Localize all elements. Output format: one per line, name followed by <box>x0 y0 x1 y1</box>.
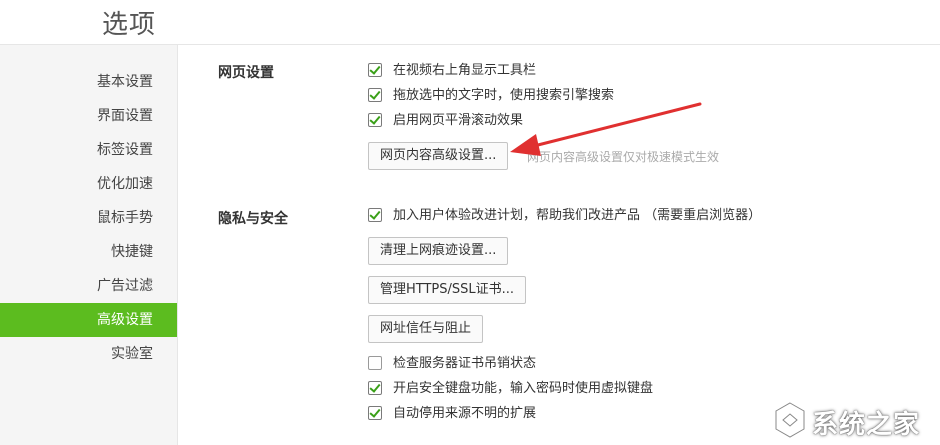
url-trust-block-button[interactable]: 网址信任与阻止 <box>368 315 484 343</box>
privacy-security-title: 隐私与安全 <box>218 211 288 227</box>
checkbox-label: 自动停用来源不明的扩展 <box>393 406 537 421</box>
manage-https-certificates-button[interactable]: 管理HTTPS/SSL证书... <box>368 276 527 304</box>
checkbox[interactable] <box>368 356 382 370</box>
checkbox-label: 检查服务器证书吊销状态 <box>393 356 537 371</box>
checkbox-label: 开启安全键盘功能，输入密码时使用虚拟键盘 <box>393 381 654 396</box>
checkbox[interactable] <box>368 381 382 395</box>
watermark-text: 系统之家 <box>812 410 921 440</box>
checkbox[interactable] <box>368 208 382 222</box>
watermark-logo-icon <box>774 401 806 439</box>
checkbox-label: 加入用户体验改进计划，帮助我们改进产品 （需要重启浏览器） <box>393 208 762 223</box>
checkbox[interactable] <box>368 406 382 420</box>
clear-browsing-traces-button[interactable]: 清理上网痕迹设置... <box>368 237 509 265</box>
